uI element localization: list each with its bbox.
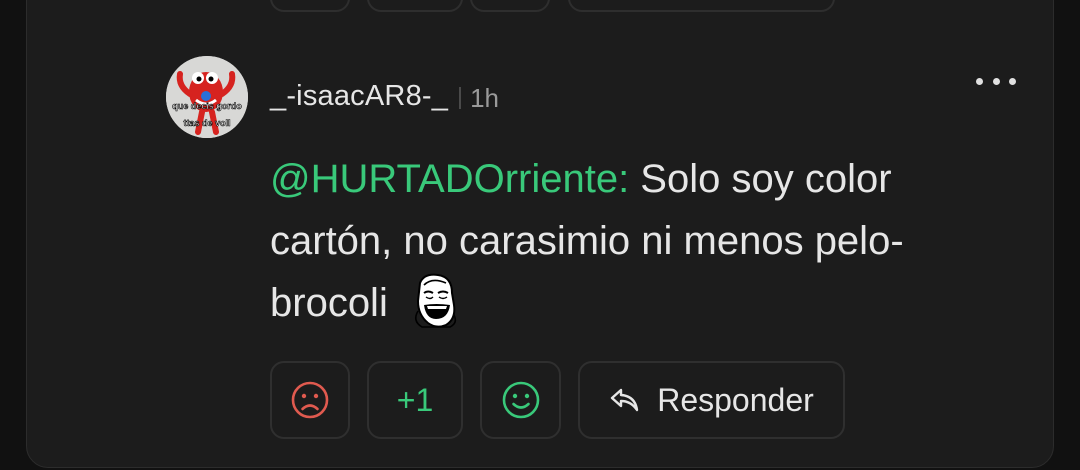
comment-header: _-isaacAR8-_ 1h <box>270 78 499 114</box>
reply-label: Responder <box>657 381 814 418</box>
avatar[interactable]: que decis gordo ttas de voll <box>166 56 248 138</box>
score-count: +1 <box>396 381 434 418</box>
mention-link[interactable]: @HURTADOrriente: <box>270 157 629 201</box>
reply-button[interactable]: Responder <box>578 361 845 439</box>
previous-reply-button[interactable] <box>568 0 835 12</box>
previous-score-button[interactable] <box>367 0 463 12</box>
comment-body: @HURTADOrriente: Solo soy color cartón, … <box>270 148 1010 334</box>
reply-arrow-icon <box>611 388 639 412</box>
header-separator <box>459 87 462 109</box>
previous-dislike-button[interactable] <box>270 0 350 12</box>
avatar-image: que decis gordo ttas de voll <box>166 56 248 138</box>
score-button[interactable]: +1 <box>367 361 463 439</box>
dislike-button[interactable] <box>270 361 350 439</box>
laughing-meme-face-icon <box>414 274 456 329</box>
previous-like-button[interactable] <box>470 0 550 12</box>
sad-face-icon <box>291 381 329 419</box>
username-link[interactable]: _-isaacAR8-_ <box>270 80 448 113</box>
svg-text:que decis gordo: que decis gordo <box>172 101 242 111</box>
svg-text:ttas de voll: ttas de voll <box>183 118 230 128</box>
more-dots-icon[interactable] <box>976 68 1016 94</box>
timestamp: 1h <box>470 82 500 113</box>
like-button[interactable] <box>480 361 561 439</box>
happy-face-icon <box>502 381 539 419</box>
